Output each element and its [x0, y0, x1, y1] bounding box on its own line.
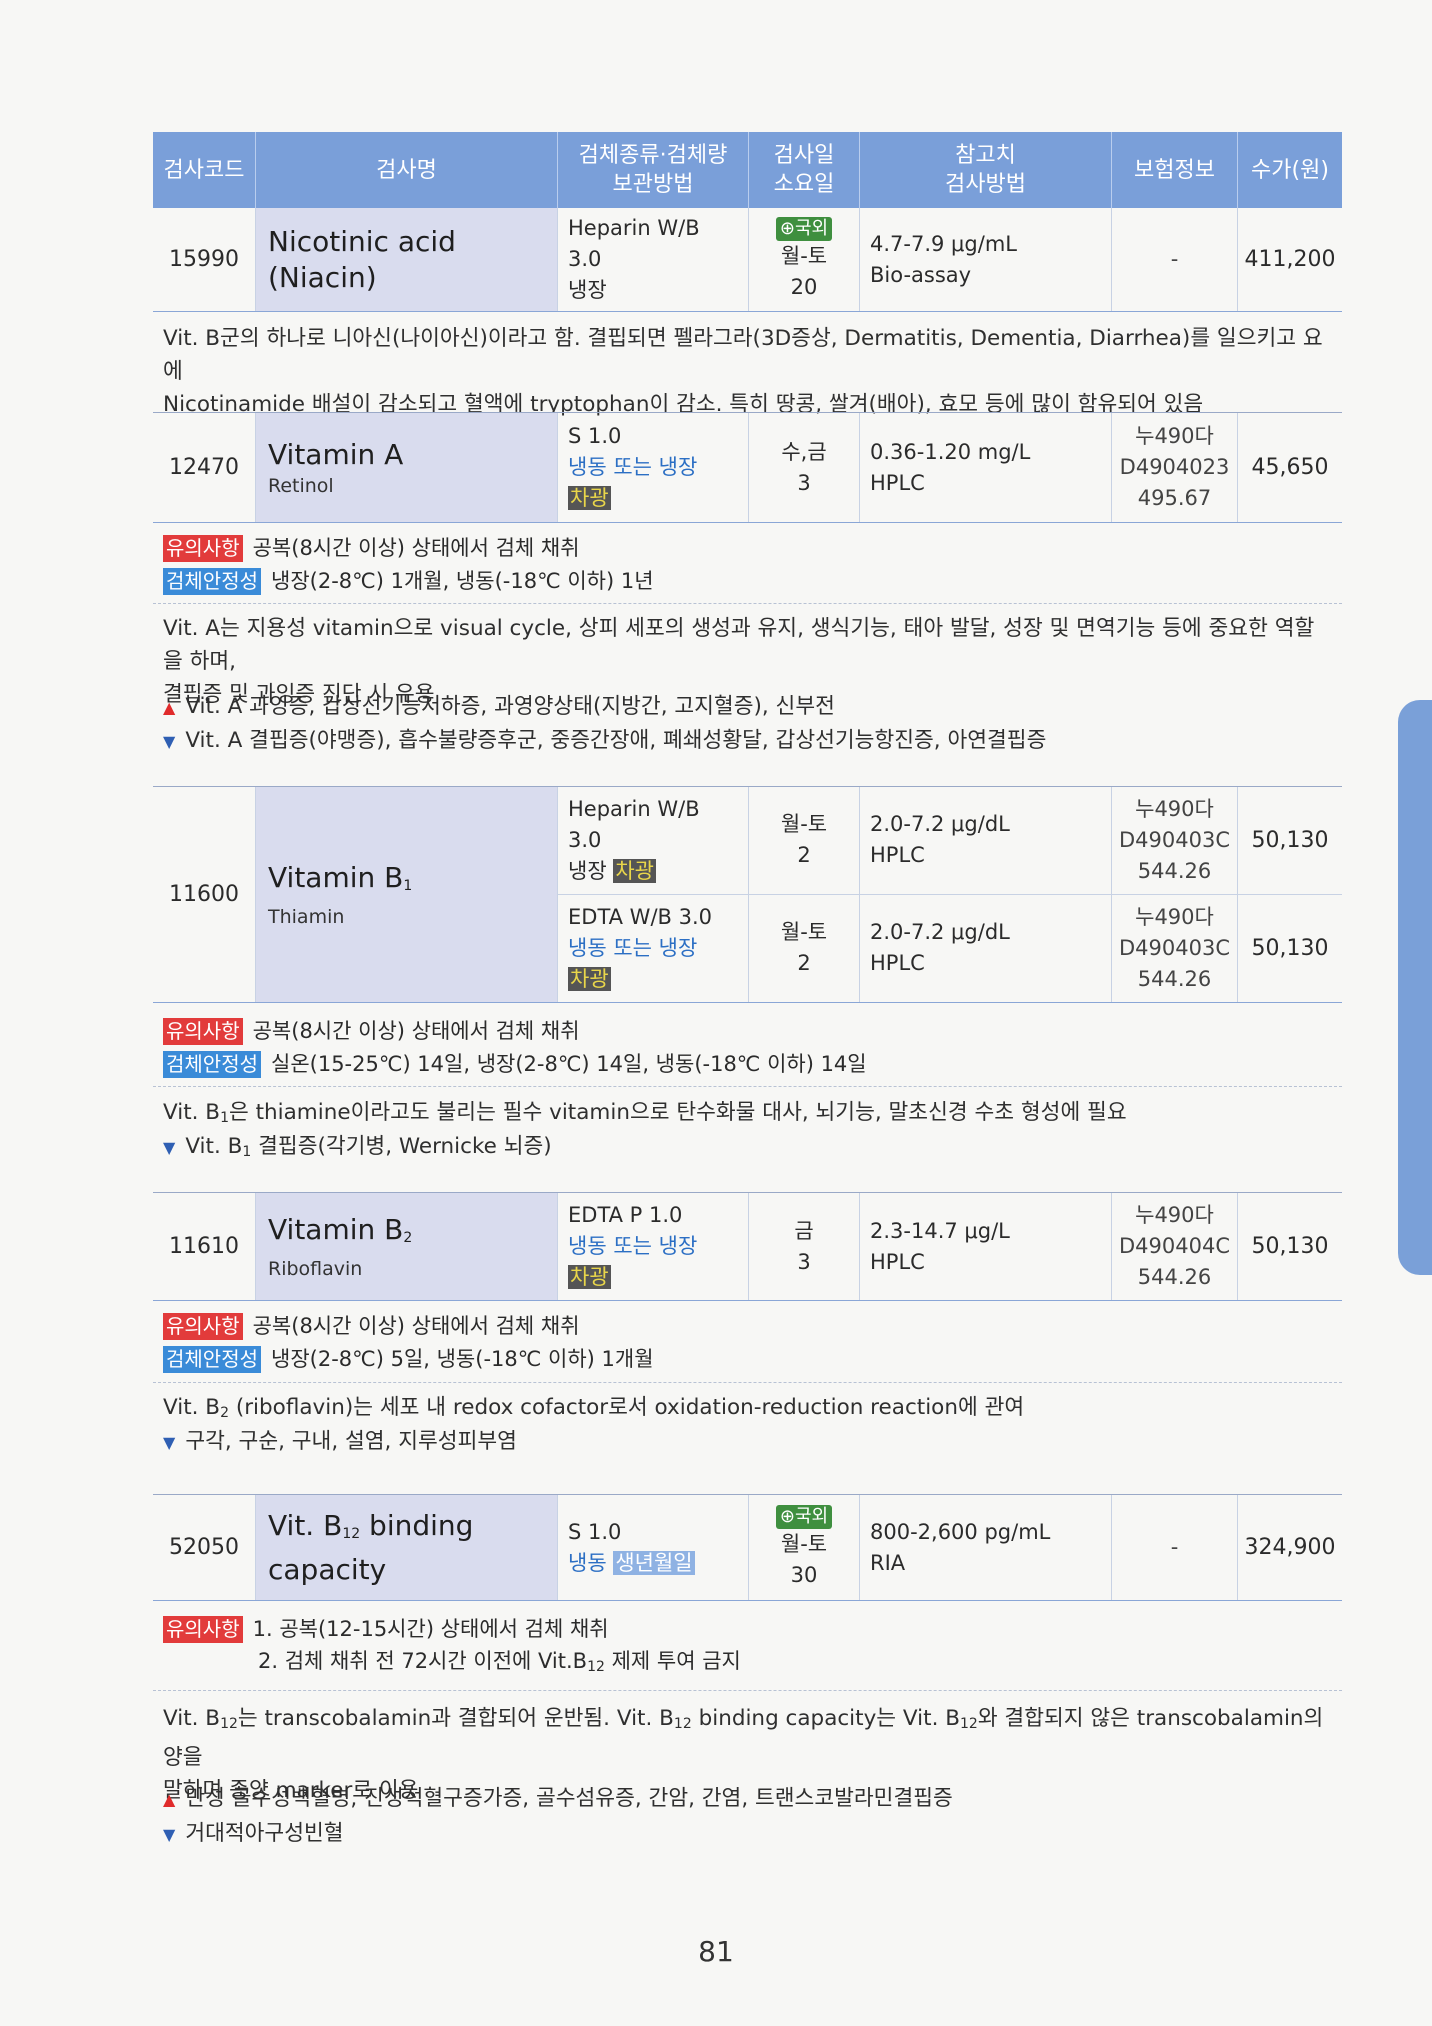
caution-badge: 유의사항	[163, 1018, 243, 1045]
test-name: Vitamin B2 Riboflavin	[256, 1193, 558, 1300]
birthdate-tag: 생년월일	[613, 1550, 695, 1575]
test-code: 11600	[153, 787, 256, 1002]
page-number: 81	[698, 1935, 734, 1968]
ref-cell: 2.3-14.7 μg/L HPLC	[860, 1193, 1112, 1300]
table-row: 11600 Vitamin B1 Thiamin Heparin W/B 3.0…	[153, 787, 1342, 1003]
caution-note: 2. 검체 채취 전 72시간 이전에 Vit.B12 제제 투여 금지	[258, 1649, 741, 1675]
price-cell: 324,900	[1244, 1535, 1336, 1560]
insurance-cell: -	[1112, 1495, 1238, 1600]
specimen-cell: S 1.0 냉동 생년월일	[558, 1495, 749, 1600]
sub-rows: Heparin W/B 3.0 냉장 차광 월-토 2 2.0-7.2 μg/d…	[558, 787, 1342, 1002]
section-side-tab	[1398, 700, 1432, 1275]
triangle-down-icon: ▼	[163, 732, 176, 751]
ref-cell: 800-2,600 pg/mL RIA	[860, 1495, 1112, 1600]
price-cell: 50,130	[1251, 827, 1329, 853]
table-row: 11610 Vitamin B2 Riboflavin EDTA P 1.0 냉…	[153, 1193, 1342, 1301]
insurance-cell: -	[1112, 208, 1238, 311]
days-cell: 금 3	[749, 1193, 860, 1300]
test-code: 52050	[153, 1495, 256, 1600]
stability-badge: 검체안정성	[163, 1051, 261, 1078]
test-code: 15990	[153, 208, 256, 311]
increase-note: ▲ Vit. A 과잉증, 갑상선기능저하증, 과영양상태(지방간, 고지혈증),…	[163, 694, 835, 719]
sub-row: EDTA W/B 3.0 냉동 또는 냉장 차광 월-토 2 2.0-7.2 μ…	[558, 894, 1342, 1002]
divider	[153, 1086, 1342, 1087]
test-name: Vitamin B1 Thiamin	[256, 787, 558, 1002]
test-description: Vit. B군의 하나로 니아신(나이아신)이라고 함. 결핍되면 펠라그라(3…	[163, 326, 1323, 417]
caution-note: 유의사항 1. 공복(12-15시간) 상태에서 검체 채취	[163, 1613, 609, 1646]
table-header: 검사코드 검사명 검체종류·검체량 보관방법 검사일 소요일 참고치 검사방법 …	[153, 132, 1342, 208]
light-protect-tag: 차광	[613, 858, 656, 883]
light-protect-tag: 차광	[568, 966, 611, 991]
table-row: 15990 Nicotinic acid (Niacin) Heparin W/…	[153, 208, 1342, 312]
ref-cell: 4.7-7.9 μg/mL Bio-assay	[860, 208, 1112, 311]
table-row: 12470 Vitamin A Retinol S 1.0 냉동 또는 냉장 차…	[153, 413, 1342, 523]
abroad-badge: ⊕국외	[775, 216, 833, 241]
test-name: Vitamin A Retinol	[256, 413, 558, 522]
stability-note: 검체안정성 실온(15-25℃) 14일, 냉장(2-8℃) 14일, 냉동(-1…	[163, 1048, 867, 1081]
test-name: Vit. B12 binding capacity	[256, 1495, 558, 1600]
insurance-cell: 누490다 D490404C 544.26	[1112, 1193, 1238, 1300]
header-name: 검사명	[256, 132, 558, 208]
divider	[153, 1382, 1342, 1383]
insurance-cell: 누490다 D490403C 544.26	[1112, 894, 1238, 1002]
caution-badge: 유의사항	[163, 1616, 243, 1643]
triangle-up-icon: ▲	[163, 698, 176, 717]
price-cell: 50,130	[1251, 935, 1329, 961]
header-insurance: 보험정보	[1112, 132, 1238, 208]
days-cell: 월-토 2	[749, 894, 860, 1002]
test-name: Nicotinic acid (Niacin)	[256, 208, 558, 311]
decrease-note: ▼ Vit. A 결핍증(야맹증), 흡수불량증후군, 중증간장애, 폐쇄성황달,…	[163, 728, 1047, 753]
triangle-up-icon: ▲	[163, 1790, 176, 1809]
specimen-cell: EDTA W/B 3.0 냉동 또는 냉장 차광	[558, 894, 749, 1002]
header-code: 검사코드	[153, 132, 256, 208]
abroad-badge: ⊕국외	[775, 1504, 833, 1529]
header-price: 수가(원)	[1251, 157, 1329, 183]
decrease-note: ▼ 거대적아구성빈혈	[163, 1821, 344, 1846]
decrease-note: ▼ Vit. B1 결핍증(각기병, Wernicke 뇌증)	[163, 1134, 552, 1160]
days-cell: ⊕국외 월-토 30	[749, 1495, 860, 1600]
specimen-cell: S 1.0 냉동 또는 냉장 차광	[558, 413, 749, 522]
days-cell: ⊕국외 월-토 20	[749, 208, 860, 311]
triangle-down-icon: ▼	[163, 1138, 176, 1157]
test-code: 11610	[153, 1193, 256, 1300]
stability-badge: 검체안정성	[163, 568, 261, 595]
days-cell: 월-토 2	[749, 787, 860, 894]
divider	[153, 1690, 1342, 1691]
divider	[153, 603, 1342, 604]
ref-cell: 2.0-7.2 μg/dL HPLC	[860, 787, 1112, 894]
page: 검사코드 검사명 검체종류·검체량 보관방법 검사일 소요일 참고치 검사방법 …	[0, 0, 1432, 2026]
specimen-cell: Heparin W/B 3.0 냉장	[558, 208, 749, 311]
stability-badge: 검체안정성	[163, 1346, 261, 1373]
caution-note: 유의사항 공복(8시간 이상) 상태에서 검체 채취	[163, 1310, 580, 1343]
price-cell: 45,650	[1251, 455, 1329, 480]
decrease-note: ▼ 구각, 구순, 구내, 설염, 지루성피부염	[163, 1429, 517, 1454]
ref-cell: 2.0-7.2 μg/dL HPLC	[860, 894, 1112, 1002]
light-protect-tag: 차광	[568, 1265, 611, 1289]
header-specimen: 검체종류·검체량 보관방법	[558, 132, 749, 208]
stability-note: 검체안정성 냉장(2-8℃) 5일, 냉동(-18℃ 이하) 1개월	[163, 1343, 654, 1376]
test-code: 12470	[153, 413, 256, 522]
table-row: 52050 Vit. B12 binding capacity S 1.0 냉동…	[153, 1495, 1342, 1601]
triangle-down-icon: ▼	[163, 1433, 176, 1452]
caution-note: 유의사항 공복(8시간 이상) 상태에서 검체 채취	[163, 1015, 580, 1048]
price-cell: 50,130	[1251, 1234, 1329, 1259]
caution-note: 유의사항 공복(8시간 이상) 상태에서 검체 채취	[163, 532, 580, 565]
increase-note: ▲ 만성 골수성백혈병, 진성적혈구증가증, 골수섬유증, 간암, 간염, 트랜스…	[163, 1786, 953, 1811]
price-cell: 411,200	[1244, 247, 1336, 272]
sub-row: Heparin W/B 3.0 냉장 차광 월-토 2 2.0-7.2 μg/d…	[558, 787, 1342, 895]
header-ref: 참고치 검사방법	[860, 132, 1112, 208]
insurance-cell: 누490다 D490403C 544.26	[1112, 787, 1238, 894]
caution-badge: 유의사항	[163, 535, 243, 562]
header-days: 검사일 소요일	[749, 132, 860, 208]
specimen-cell: EDTA P 1.0 냉동 또는 냉장 차광	[558, 1193, 749, 1300]
light-protect-tag: 차광	[568, 486, 611, 510]
specimen-cell: Heparin W/B 3.0 냉장 차광	[558, 787, 749, 894]
stability-note: 검체안정성 냉장(2-8℃) 1개월, 냉동(-18℃ 이하) 1년	[163, 565, 654, 598]
ref-cell: 0.36-1.20 mg/L HPLC	[860, 413, 1112, 522]
caution-badge: 유의사항	[163, 1313, 243, 1340]
days-cell: 수,금 3	[749, 413, 860, 522]
insurance-cell: 누490다 D4904023 495.67	[1112, 413, 1238, 522]
triangle-down-icon: ▼	[163, 1825, 176, 1844]
